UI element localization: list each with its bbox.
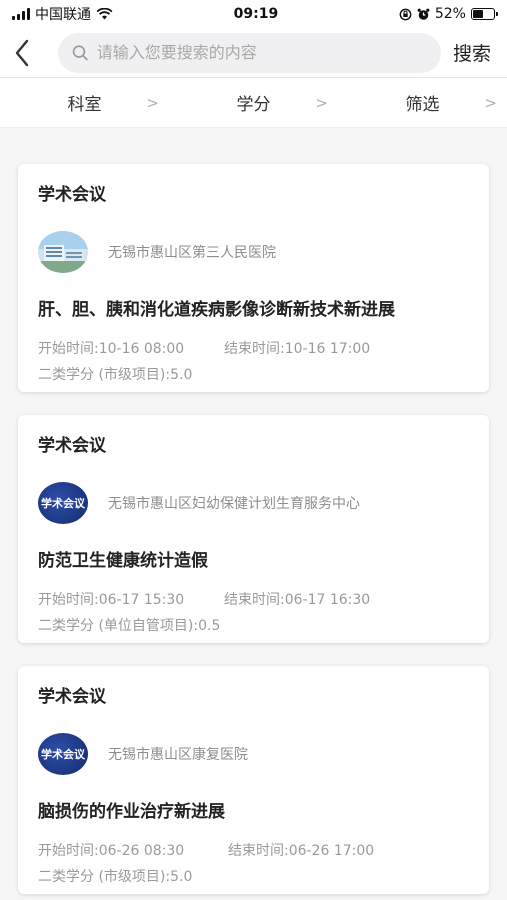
chevron-left-icon	[15, 39, 29, 66]
filter-credit[interactable]: 学分 >	[169, 78, 338, 127]
search-bar[interactable]	[58, 32, 441, 73]
status-bar: 中国联通 09:19 52%	[0, 0, 507, 28]
filter-department[interactable]: 科室 >	[0, 78, 169, 127]
back-button[interactable]	[14, 33, 54, 73]
start-time: 开始时间:06-17 15:30	[38, 592, 185, 608]
start-time: 开始时间:06-26 08:30	[38, 843, 185, 859]
hospital-logo	[38, 231, 88, 273]
organization-row: 无锡市惠山区第三人民医院	[38, 231, 469, 273]
clock: 09:19	[233, 6, 279, 22]
course-card[interactable]: 学术会议 无锡市惠山区第三人民医院 肝、胆、胰和消化道疾病影像诊断新技术新进展 …	[18, 164, 489, 392]
time-row: 开始时间:10-16 08:00 结束时间:10-16 17:00	[38, 338, 469, 358]
filter-label: 筛选	[405, 95, 440, 115]
signal-icon	[12, 8, 30, 20]
conference-logo: 学术会议	[38, 733, 88, 775]
carrier-label: 中国联通	[35, 7, 91, 23]
start-time: 开始时间:10-16 08:00	[38, 341, 185, 357]
filter-label: 学分	[236, 95, 271, 115]
search-button[interactable]: 搜索	[453, 39, 495, 66]
credit-info: 二类学分 (市级项目):5.0	[38, 869, 193, 885]
course-title: 防范卫生健康统计造假	[38, 551, 208, 571]
end-time: 结束时间:10-16 17:00	[224, 341, 371, 357]
organization-name: 无锡市惠山区妇幼保健计划生育服务中心	[108, 496, 360, 512]
battery-fill	[472, 10, 484, 18]
organization-name: 无锡市惠山区康复医院	[108, 747, 248, 763]
logo-text: 学术会议	[41, 748, 85, 761]
course-type: 学术会议	[38, 185, 106, 205]
course-type: 学术会议	[38, 687, 106, 707]
end-time: 结束时间:06-17 16:30	[224, 592, 371, 608]
status-left: 中国联通	[12, 4, 113, 24]
alarm-icon	[417, 8, 430, 20]
chevron-right-icon: >	[315, 93, 328, 112]
course-list: 学术会议 无锡市惠山区第三人民医院 肝、胆、胰和消化道疾病影像诊断新技术新进展 …	[0, 128, 507, 894]
filter-bar: 科室 > 学分 > 筛选 >	[0, 78, 507, 128]
orientation-lock-icon	[399, 8, 412, 20]
filter-more[interactable]: 筛选 >	[338, 78, 507, 127]
time-row: 开始时间:06-17 15:30 结束时间:06-17 16:30	[38, 589, 469, 609]
organization-row: 学术会议 无锡市惠山区康复医院	[38, 733, 469, 775]
search-icon	[72, 44, 88, 60]
course-card[interactable]: 学术会议 学术会议 无锡市惠山区康复医院 脑损伤的作业治疗新进展 开始时间:06…	[18, 666, 489, 894]
end-time: 结束时间:06-26 17:00	[228, 843, 375, 859]
wifi-icon	[96, 8, 113, 20]
filter-label: 科室	[67, 95, 102, 115]
course-title: 脑损伤的作业治疗新进展	[38, 802, 225, 822]
battery-percent: 52%	[434, 6, 466, 22]
chevron-right-icon: >	[146, 93, 159, 112]
credit-info: 二类学分 (市级项目):5.0	[38, 367, 193, 383]
battery-icon	[470, 8, 498, 20]
course-card[interactable]: 学术会议 学术会议 无锡市惠山区妇幼保健计划生育服务中心 防范卫生健康统计造假 …	[18, 415, 489, 643]
conference-logo: 学术会议	[38, 482, 88, 524]
logo-text: 学术会议	[41, 497, 85, 510]
organization-row: 学术会议 无锡市惠山区妇幼保健计划生育服务中心	[38, 482, 469, 524]
status-right: 52%	[399, 6, 498, 22]
chevron-right-icon: >	[484, 93, 497, 112]
course-type: 学术会议	[38, 436, 106, 456]
search-header: 搜索	[0, 28, 507, 78]
time-row: 开始时间:06-26 08:30 结束时间:06-26 17:00	[38, 840, 469, 860]
course-title: 肝、胆、胰和消化道疾病影像诊断新技术新进展	[38, 300, 395, 320]
search-input[interactable]	[96, 43, 427, 62]
credit-info: 二类学分 (单位自管项目):0.5	[38, 618, 221, 634]
organization-name: 无锡市惠山区第三人民医院	[108, 245, 276, 261]
